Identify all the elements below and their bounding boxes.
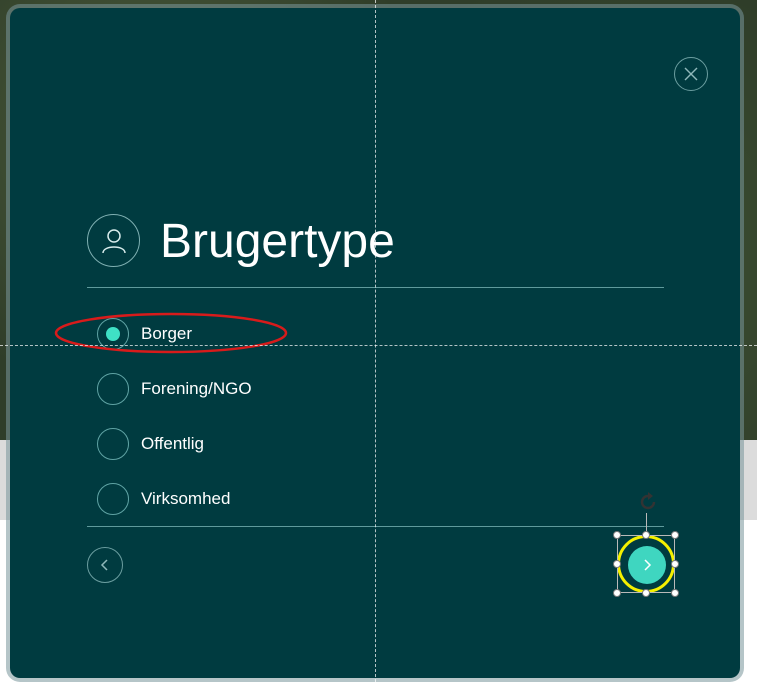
radio-option-forening[interactable]: Forening/NGO xyxy=(97,372,252,406)
user-icon xyxy=(87,214,140,267)
resize-handle[interactable] xyxy=(613,531,621,539)
radio-option-label: Offentlig xyxy=(141,434,205,453)
back-button[interactable] xyxy=(87,547,123,583)
guide-line-vertical xyxy=(375,0,376,692)
chevron-left-icon xyxy=(100,559,108,571)
radio-option-virksomhed[interactable]: Virksomhed xyxy=(97,482,230,516)
radio-option-label: Forening/NGO xyxy=(141,379,252,398)
rotate-icon[interactable] xyxy=(636,490,660,514)
close-button[interactable] xyxy=(674,57,708,91)
radio-button[interactable] xyxy=(97,373,129,405)
guide-line-horizontal xyxy=(0,345,757,346)
resize-handle[interactable] xyxy=(671,531,679,539)
resize-handle[interactable] xyxy=(613,560,621,568)
radio-button[interactable] xyxy=(97,483,129,515)
radio-button[interactable] xyxy=(97,428,129,460)
resize-handle[interactable] xyxy=(642,531,650,539)
resize-handle[interactable] xyxy=(613,589,621,597)
resize-handle[interactable] xyxy=(671,560,679,568)
selection-box xyxy=(617,535,675,593)
radio-option-label: Virksomhed xyxy=(141,489,231,508)
resize-handle[interactable] xyxy=(671,589,679,597)
annotation-ellipse xyxy=(54,312,288,354)
page-title: Brugertype xyxy=(160,215,395,268)
close-icon xyxy=(684,67,698,81)
resize-handle[interactable] xyxy=(642,589,650,597)
radio-option-offentlig[interactable]: Offentlig xyxy=(97,427,204,461)
